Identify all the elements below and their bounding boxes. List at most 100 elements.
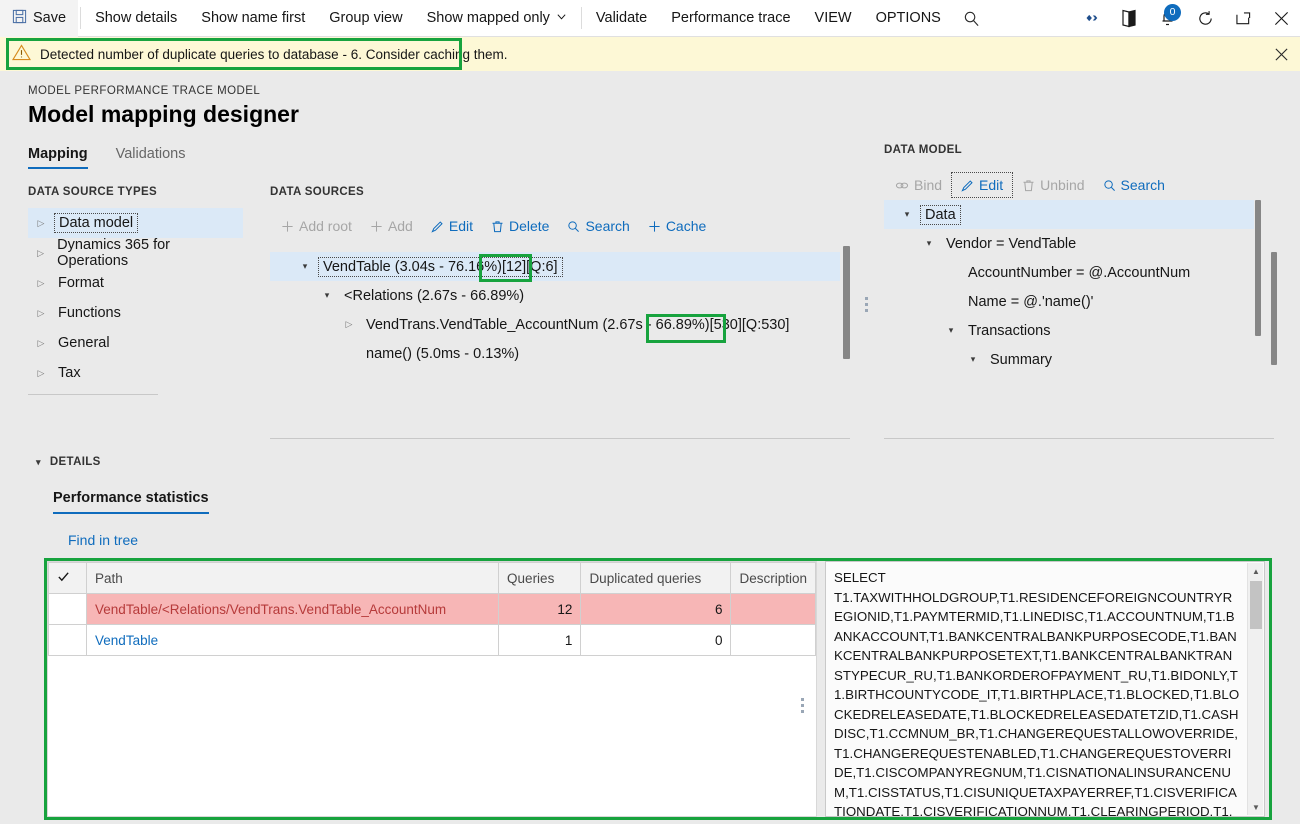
bind-button[interactable]: Bind [886, 173, 951, 197]
close-icon[interactable] [1262, 0, 1300, 37]
sidebar-item-tax[interactable]: ▷ Tax [28, 358, 243, 388]
show-details-button[interactable]: Show details [83, 0, 189, 37]
data-sources-scrollbar[interactable] [843, 246, 850, 359]
unbind-label: Unbind [1040, 177, 1084, 193]
chevron-down-icon[interactable]: ▾ [314, 290, 340, 301]
add-root-button[interactable]: Add root [272, 214, 361, 238]
tree-item-summary[interactable]: ▾ Summary [884, 345, 1254, 374]
search-icon[interactable] [953, 0, 991, 37]
tree-item-data[interactable]: ▾ Data [884, 200, 1254, 229]
column-header-path[interactable]: Path [87, 563, 499, 594]
chevron-down-icon[interactable]: ▾ [292, 261, 318, 272]
chevron-right-icon[interactable]: ▷ [28, 248, 53, 259]
sql-scrollbar[interactable]: ▲ ▼ [1247, 563, 1263, 815]
search-datasource-button[interactable]: Search [558, 214, 638, 238]
search-icon [1103, 179, 1116, 192]
toolbar-divider-2 [581, 7, 582, 29]
performance-trace-label: Performance trace [671, 10, 790, 26]
chevron-down-icon[interactable]: ▾ [894, 209, 920, 220]
column-header-queries[interactable]: Queries [499, 563, 581, 594]
row-checkbox[interactable] [49, 625, 87, 656]
cell-path[interactable]: VendTable [87, 625, 499, 656]
message-bar: Detected number of duplicate queries to … [0, 37, 1300, 71]
chevron-right-icon[interactable]: ▷ [28, 308, 54, 319]
path-link[interactable]: VendTable/<Relations/VendTrans.VendTable… [95, 602, 446, 617]
chevron-down-icon[interactable]: ▾ [960, 354, 986, 365]
search-model-button[interactable]: Search [1094, 173, 1174, 197]
table-row[interactable]: VendTable 1 0 [49, 625, 816, 656]
data-model-scrollbar[interactable] [1255, 200, 1261, 336]
sidebar-item-data-model[interactable]: ▷ Data model [28, 208, 243, 238]
sql-scrollbar-thumb[interactable] [1250, 581, 1262, 629]
chevron-right-icon[interactable]: ▷ [28, 278, 54, 289]
show-name-first-button[interactable]: Show name first [189, 0, 317, 37]
chevron-right-icon[interactable]: ▷ [336, 319, 362, 330]
sidebar-item-format[interactable]: ▷ Format [28, 268, 243, 298]
column-header-description[interactable]: Description [731, 563, 816, 594]
chevron-right-icon[interactable]: ▷ [28, 218, 54, 229]
cell-path[interactable]: VendTable/<Relations/VendTrans.VendTable… [87, 594, 499, 625]
warning-icon [12, 44, 31, 64]
row-checkbox[interactable] [49, 594, 87, 625]
popout-icon[interactable] [1224, 0, 1262, 37]
chevron-down-icon[interactable]: ▾ [938, 325, 964, 336]
tab-performance-statistics[interactable]: Performance statistics [53, 490, 209, 514]
tree-item-name-function[interactable]: name() (5.0ms - 0.13%) [270, 339, 840, 368]
save-button[interactable]: Save [0, 0, 78, 37]
tree-item-name[interactable]: Name = @.'name()' [884, 287, 1254, 316]
book-open-icon[interactable] [1110, 0, 1148, 37]
details-splitter-handle[interactable] [800, 698, 804, 713]
cache-button[interactable]: Cache [639, 214, 715, 238]
scroll-down-icon[interactable]: ▼ [1248, 799, 1264, 815]
notifications-icon[interactable]: 0 [1148, 0, 1186, 37]
details-label: DETAILS [50, 456, 101, 468]
tree-item-vendtrans-vendtable-accountnum[interactable]: ▷ VendTrans.VendTable_AccountNum (2.67s … [270, 310, 840, 339]
data-sources-splitter-handle[interactable] [864, 297, 868, 312]
tree-item-label: Name = @.'name()' [964, 293, 1097, 311]
column-header-duplicated-queries[interactable]: Duplicated queries [581, 563, 731, 594]
validate-button[interactable]: Validate [584, 0, 659, 37]
tree-item-label: AccountNumber = @.AccountNum [964, 264, 1194, 282]
message-bar-close-icon[interactable] [1272, 45, 1290, 63]
tree-item-transactions[interactable]: ▾ Transactions [884, 316, 1254, 345]
table-row[interactable]: VendTable/<Relations/VendTrans.VendTable… [49, 594, 816, 625]
sidebar-item-dynamics-365-for-operations[interactable]: ▷ Dynamics 365 for Operations [28, 238, 243, 268]
tree-item-vendtable[interactable]: ▾ VendTable (3.04s - 76.16%)[12][Q:6] [270, 252, 840, 281]
search-model-label: Search [1121, 177, 1165, 193]
right-panel-scrollbar[interactable] [1271, 252, 1277, 365]
refresh-icon[interactable] [1186, 0, 1224, 37]
edit-datasource-button[interactable]: Edit [422, 214, 482, 238]
chevron-down-icon[interactable]: ▾ [916, 238, 942, 249]
page-header: MODEL PERFORMANCE TRACE MODEL Model mapp… [28, 85, 299, 128]
sql-query-text: SELECT T1.TAXWITHHOLDGROUP,T1.RESIDENCEF… [834, 568, 1240, 817]
chevron-right-icon[interactable]: ▷ [28, 368, 54, 379]
sidebar-item-general[interactable]: ▷ General [28, 328, 243, 358]
view-menu[interactable]: VIEW [803, 0, 864, 37]
select-all-checkbox[interactable] [49, 563, 87, 594]
group-view-button[interactable]: Group view [317, 0, 414, 37]
tree-item-vendor[interactable]: ▾ Vendor = VendTable [884, 229, 1254, 258]
tab-mapping[interactable]: Mapping [28, 146, 88, 169]
sidebar-item-functions[interactable]: ▷ Functions [28, 298, 243, 328]
sidebar-item-label: Functions [54, 304, 125, 322]
chevron-down-icon[interactable]: ▾ [36, 457, 41, 468]
unbind-button[interactable]: Unbind [1013, 173, 1093, 197]
path-link[interactable]: VendTable [95, 633, 158, 648]
cell-duplicated-queries: 6 [581, 594, 731, 625]
add-button[interactable]: Add [361, 214, 422, 238]
options-menu[interactable]: OPTIONS [864, 0, 953, 37]
diamond-settings-icon[interactable] [1072, 0, 1110, 37]
find-in-tree-link[interactable]: Find in tree [68, 532, 138, 548]
tree-item-accountnumber[interactable]: AccountNumber = @.AccountNum [884, 258, 1254, 287]
sidebar-item-label: General [54, 334, 114, 352]
tab-validations[interactable]: Validations [116, 146, 186, 169]
tree-item-relations[interactable]: ▾ <Relations (2.67s - 66.89%) [270, 281, 840, 310]
performance-trace-button[interactable]: Performance trace [659, 0, 802, 37]
show-mapped-only-menu[interactable]: Show mapped only [415, 0, 579, 37]
chevron-right-icon[interactable]: ▷ [28, 338, 54, 349]
delete-datasource-button[interactable]: Delete [482, 214, 558, 238]
scroll-up-icon[interactable]: ▲ [1248, 563, 1264, 579]
edit-model-button[interactable]: Edit [951, 172, 1013, 198]
details-section-header[interactable]: ▾ DETAILS [36, 456, 101, 468]
sql-query-panel[interactable]: SELECT T1.TAXWITHHOLDGROUP,T1.RESIDENCEF… [825, 561, 1265, 817]
